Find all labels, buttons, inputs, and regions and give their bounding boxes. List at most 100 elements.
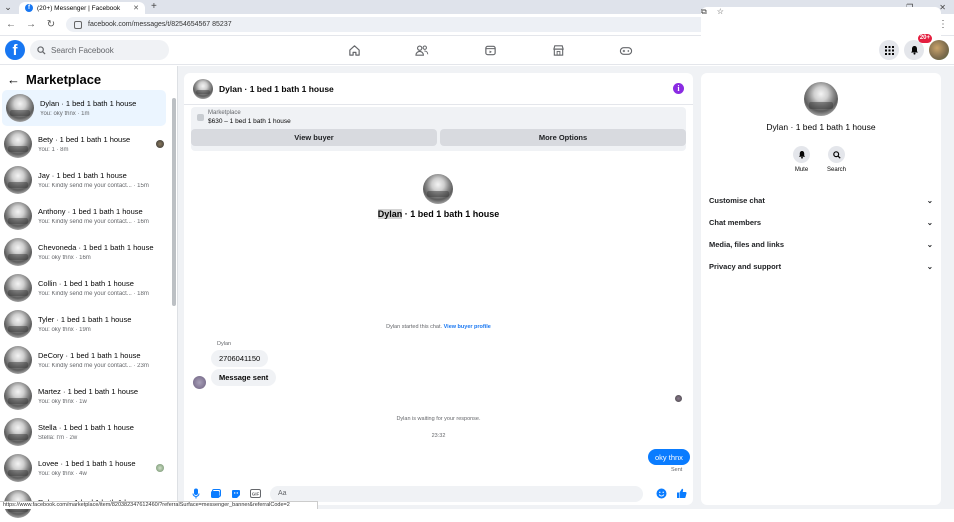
listing-thumbnail [4,454,32,482]
chat-header-avatar[interactable] [193,78,213,99]
conversation-item[interactable]: Martez · 1 bed 1 bath 1 house You: oky th… [0,378,170,414]
nav-marketplace[interactable] [524,36,592,65]
link-status-bar: https://www.facebook.com/marketplace/ite… [0,501,318,509]
media-files-links-section[interactable]: Media, files and links ⌄ [709,236,933,252]
account-avatar[interactable] [929,40,949,60]
listing-thumbnail [4,310,32,338]
back-icon[interactable]: ← [6,19,16,30]
url-bar[interactable]: facebook.com/messages/t/8254654567 85237… [66,7,941,439]
message-input[interactable]: Aa [270,485,643,502]
nav-home[interactable] [320,36,388,65]
browser-tab[interactable]: f (20+) Messenger | Facebook ✕ [19,2,145,14]
chevron-down-icon: ⌄ [926,261,933,271]
marketplace-sidebar: ← Marketplace Dylan · 1 bed 1 bath 1 hou… [0,66,178,518]
conversation-item[interactable]: Jay · 1 bed 1 bath 1 house You: Kindly se… [0,162,170,198]
facebook-search-input[interactable]: Search Facebook [30,40,169,60]
view-buyer-profile-link[interactable]: View buyer profile [444,324,491,330]
photo-icon[interactable] [210,488,221,499]
info-icon[interactable]: i [673,83,684,94]
nav-gaming[interactable] [592,36,660,65]
listing-thumbnail [4,130,32,158]
grid-menu-icon [884,45,894,55]
chevron-down-icon: ⌄ [926,195,933,205]
forward-icon[interactable]: → [26,19,36,30]
chat-profile-avatar[interactable] [423,174,453,204]
notifications-button[interactable]: 20+ [904,34,932,60]
chat-started-text: Dylan started this chat. [386,324,444,330]
sent-status: Sent [671,467,683,473]
listing-thumbnail [4,238,32,266]
section-label: Chat members [709,217,762,227]
conversation-preview: You: oky thnx · 1w [38,399,87,405]
customise-chat-section[interactable]: Customise chat ⌄ [709,192,933,208]
details-avatar[interactable] [804,82,838,116]
conversation-preview: You: Kindly send me your contact... · 18… [38,291,149,297]
conversation-item[interactable]: Chevoneda · 1 bed 1 bath 1 house You: oky… [0,234,170,270]
conversation-item[interactable]: Anthony · 1 bed 1 bath 1 house You: Kindl… [0,198,170,234]
conversation-name: Tyler · 1 bed 1 bath 1 house [38,315,132,324]
conversation-item[interactable]: DeCory · 1 bed 1 bath 1 house You: Kindly… [0,342,170,378]
sticker-icon[interactable] [230,488,241,499]
new-tab-button[interactable]: + [151,0,157,14]
bell-icon [798,150,805,159]
conversation-name: Anthony · 1 bed 1 bath 1 house [38,207,143,216]
conversation-preview: You: Kindly send me your contact... · 23… [38,363,149,369]
svg-text:GIF: GIF [252,491,260,496]
message-bubble[interactable]: 2706041150 [211,350,269,367]
listing-thumbnail [6,94,34,122]
nav-friends[interactable] [388,36,456,65]
search-action[interactable]: Search [827,146,846,173]
conversation-details-panel: Dylan · 1 bed 1 bath 1 house Mute Search… [701,73,941,505]
sender-avatar[interactable] [193,376,206,389]
more-options-button[interactable]: More Options [440,129,686,146]
listing-thumbnail [4,202,32,230]
details-name: Dylan · 1 bed 1 bath 1 house [766,122,876,132]
conversation-item[interactable]: Stella · 1 bed 1 bath 1 house Stella: I'm… [0,414,170,450]
nav-video[interactable] [456,36,524,65]
view-buyer-button[interactable]: View buyer [191,129,437,146]
waiting-notice: Dylan is waiting for your response. [396,416,481,422]
seen-avatar-icon [156,464,164,472]
mute-action[interactable]: Mute [793,146,810,173]
menu-button[interactable] [879,40,899,60]
search-icon [37,45,46,55]
chat-started-notice: Dylan started this chat. View buyer prof… [184,324,693,330]
conversation-item[interactable]: Bety · 1 bed 1 bath 1 house You: 1 · 8m [0,126,170,162]
conversation-name: Jay · 1 bed 1 bath 1 house [38,171,127,180]
conversation-name: Stella · 1 bed 1 bath 1 house [38,423,134,432]
conversation-item[interactable]: Tyler · 1 bed 1 bath 1 house You: oky thn… [0,306,170,342]
emoji-icon[interactable] [656,488,667,499]
conversation-name: Bety · 1 bed 1 bath 1 house [38,135,131,144]
conversation-item[interactable]: Dylan · 1 bed 1 bath 1 house You: oky thn… [2,90,166,126]
my-message-bubble[interactable]: oky thnx [648,449,690,465]
privacy-support-section[interactable]: Privacy and support ⌄ [709,258,933,274]
close-tab-icon[interactable]: ✕ [133,4,139,12]
video-icon [484,45,496,56]
message-timestamp: 23:32 [431,433,446,439]
profile-name-rest: · 1 bed 1 bath 1 house [402,209,500,219]
facebook-main-nav [320,36,660,65]
message-bubble[interactable]: Message sent [211,369,277,386]
section-label: Media, files and links [709,239,785,249]
gif-icon[interactable]: GIF [250,488,261,499]
back-arrow-icon[interactable]: ← [7,72,20,87]
listing-title-price[interactable]: $630 – 1 bed 1 bath 1 house [191,118,686,125]
sidebar-scrollbar[interactable] [172,98,176,306]
friends-icon [415,45,429,56]
profile-first-name: Dylan [377,209,403,219]
tab-search-icon[interactable]: ⌄ [0,0,16,14]
facebook-logo-icon[interactable]: f [5,40,25,60]
voice-clip-icon[interactable] [190,488,201,499]
site-info-icon[interactable] [74,20,82,29]
chat-members-section[interactable]: Chat members ⌄ [709,214,933,230]
search-in-conversation-button[interactable] [828,146,845,163]
chat-header-name[interactable]: Dylan · 1 bed 1 bath 1 house [219,84,667,94]
marketplace-icon [552,45,564,56]
reload-icon[interactable]: ↻ [46,19,56,30]
mute-button[interactable] [793,146,810,163]
conversation-name: Collin · 1 bed 1 bath 1 house [38,279,134,288]
listing-thumbnail [4,346,32,374]
conversation-item[interactable]: Lovee · 1 bed 1 bath 1 house You: oky thn… [0,450,170,486]
thumbs-up-icon[interactable] [676,488,687,499]
conversation-item[interactable]: Collin · 1 bed 1 bath 1 house You: Kindly… [0,270,170,306]
